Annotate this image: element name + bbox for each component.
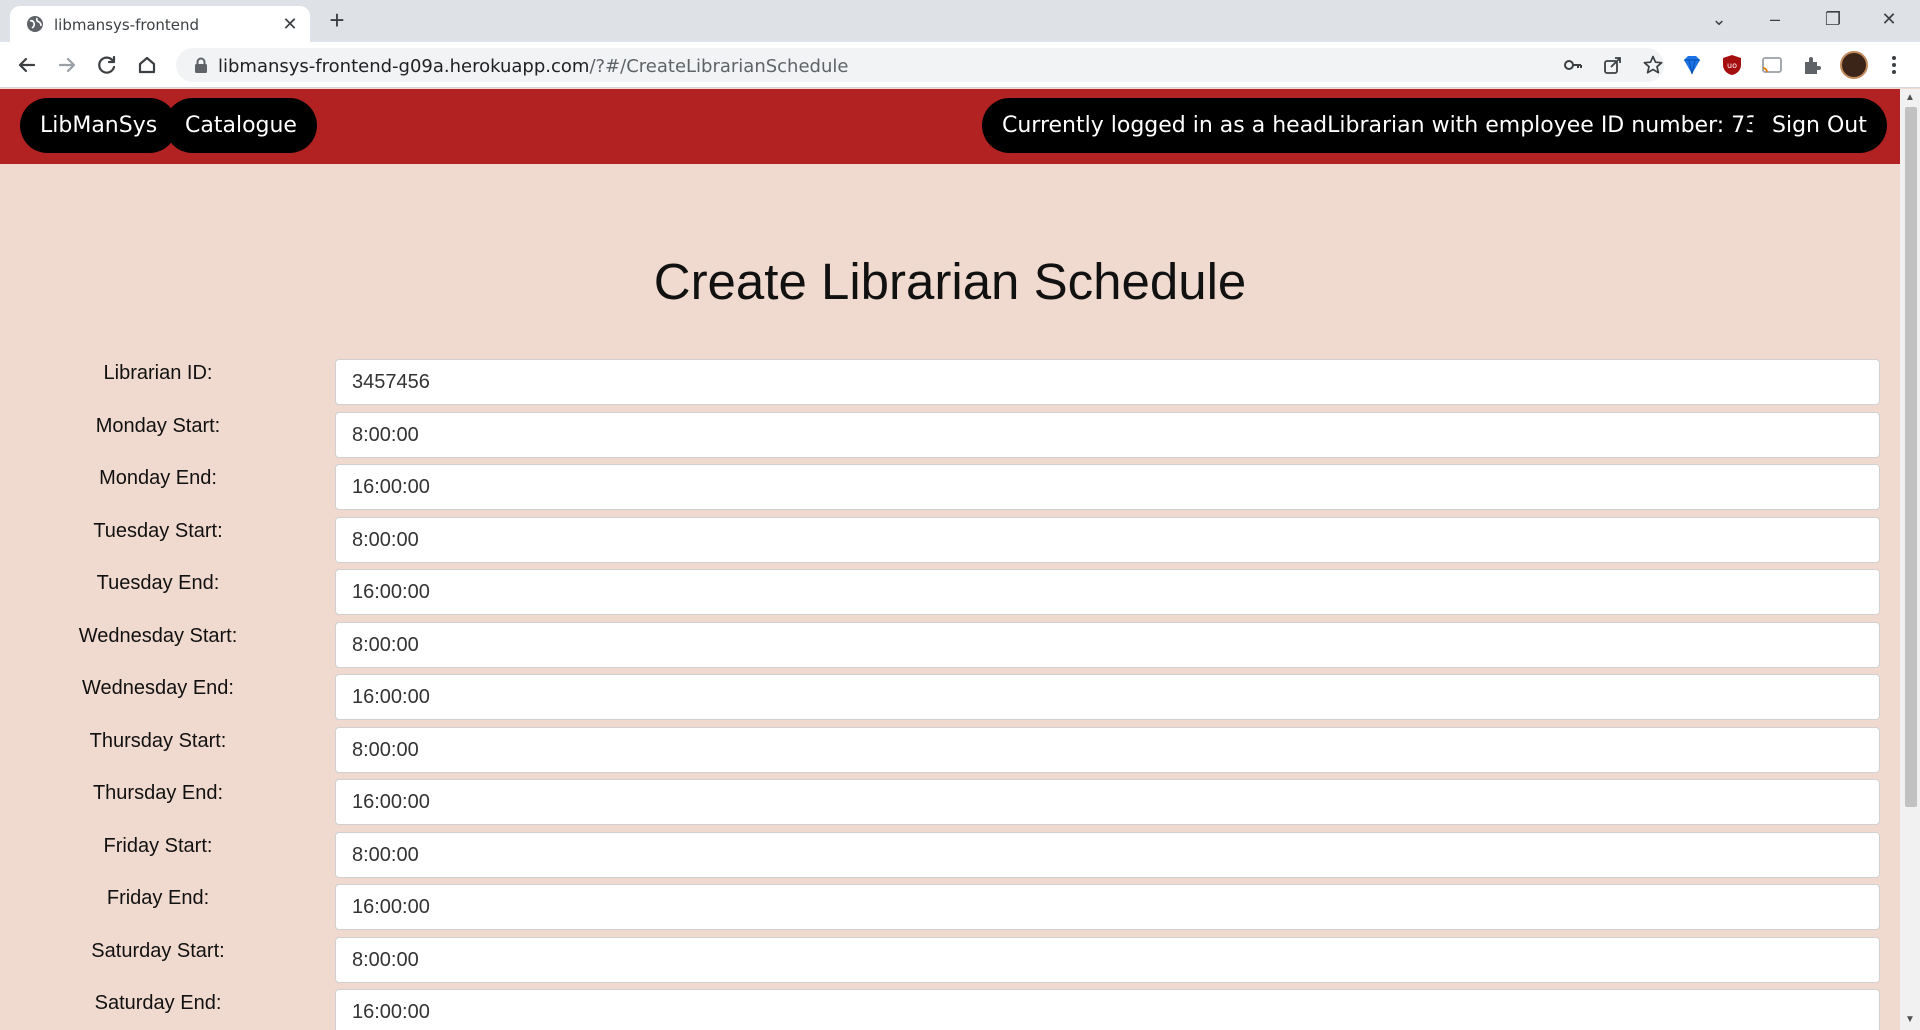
schedule-input[interactable] [335,884,1880,930]
schedule-input[interactable] [335,622,1880,668]
field-label: Librarian ID: [103,362,213,384]
form-row: Tuesday Start: [0,517,1900,567]
field-label: Monday Start: [95,415,221,437]
back-icon[interactable] [12,50,42,80]
form-row: Wednesday End: [0,674,1900,724]
schedule-input[interactable] [335,359,1880,405]
app-navbar: LibManSys Catalogue Currently logged in … [0,89,1900,164]
schedule-input[interactable] [335,727,1880,773]
field-label: Thursday End: [92,782,224,804]
page-title: Create Librarian Schedule [653,253,1247,310]
extension-icon[interactable] [1800,53,1824,77]
field-label: Friday Start: [103,835,213,857]
field-label: Friday End: [106,887,210,909]
svg-text:uo: uo [1727,61,1737,70]
globe-icon [27,16,43,32]
ublock-icon[interactable]: uo [1720,53,1744,77]
browser-tabstrip: libmansys-frontend ✕ + ⌄ – ❐ ✕ [0,0,1920,42]
field-label: Wednesday Start: [78,625,238,647]
plus-icon[interactable]: + [324,7,350,34]
form-row: Wednesday Start: [0,622,1900,672]
form-row: Monday End: [0,464,1900,514]
field-label: Saturday Start: [91,940,225,962]
catalogue-button[interactable]: Catalogue [165,98,317,153]
schedule-input[interactable] [335,989,1880,1030]
schedule-input[interactable] [335,779,1880,825]
share-icon[interactable] [1602,54,1624,76]
reload-icon[interactable] [92,50,122,80]
key-icon[interactable] [1562,54,1584,76]
login-status: Currently logged in as a headLibrarian w… [982,98,1836,153]
address-bar[interactable]: libmansys-frontend-g09a.herokuapp.com/?#… [176,48,1664,82]
form-row: Friday Start: [0,832,1900,882]
close-icon[interactable]: ✕ [280,14,300,34]
schedule-input[interactable] [335,412,1880,458]
forward-icon[interactable] [52,50,82,80]
form-row: Friday End: [0,884,1900,934]
field-label: Tuesday End: [96,572,220,594]
url-host: libmansys-frontend-g09a.herokuapp.com [218,56,590,77]
form-row: Saturday End: [0,989,1900,1030]
form-row: Tuesday End: [0,569,1900,619]
schedule-input[interactable] [335,517,1880,563]
url-text[interactable]: libmansys-frontend-g09a.herokuapp.com/?#… [218,56,848,77]
form-row: Librarian ID: [0,359,1900,409]
tab-title: libmansys-frontend [54,16,200,34]
home-icon[interactable] [132,50,162,80]
form-row: Monday Start: [0,412,1900,462]
menu-icon[interactable] [1882,53,1906,77]
form-row: Thursday End: [0,779,1900,829]
url-path: /?#/CreateLibrarianSchedule [589,56,849,77]
form-row: Saturday Start: [0,937,1900,987]
restore-icon[interactable]: ❐ [1810,4,1856,34]
field-label: Saturday End: [94,992,222,1014]
brand-button[interactable]: LibManSys [20,98,178,153]
scroll-thumb[interactable] [1905,107,1917,807]
field-label: Thursday Start: [89,730,227,752]
tab-search-chevron-icon[interactable]: ⌄ [1696,4,1742,34]
sign-out-button[interactable]: Sign Out [1752,98,1887,153]
schedule-input[interactable] [335,674,1880,720]
browser-toolbar: libmansys-frontend-g09a.herokuapp.com/?#… [0,42,1920,88]
browser-tab[interactable]: libmansys-frontend ✕ [10,6,310,42]
avatar[interactable] [1840,51,1868,79]
scroll-down-icon[interactable]: ▼ [1905,1015,1915,1025]
cast-icon[interactable] [1760,53,1784,77]
form-row: Thursday Start: [0,727,1900,777]
scroll-up-icon[interactable]: ▲ [1905,93,1915,103]
page-scrollbar[interactable]: ▲ ▼ [1900,89,1920,1030]
schedule-input[interactable] [335,937,1880,983]
field-label: Tuesday Start: [93,520,223,542]
schedule-input[interactable] [335,832,1880,878]
lock-icon[interactable] [192,56,210,74]
star-icon[interactable] [1642,54,1664,76]
minimize-icon[interactable]: – [1752,4,1798,34]
field-label: Monday End: [99,467,217,489]
schedule-input[interactable] [335,464,1880,510]
diamond-extension-icon[interactable] [1680,53,1704,77]
schedule-input[interactable] [335,569,1880,615]
window-close-icon[interactable]: ✕ [1866,4,1912,34]
field-label: Wednesday End: [82,677,234,699]
